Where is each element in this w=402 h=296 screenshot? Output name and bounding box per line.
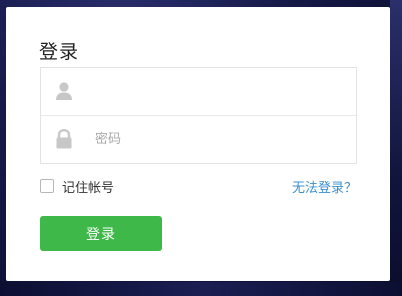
remember-account-label: 记住帐号: [62, 180, 115, 196]
lock-icon: [55, 128, 73, 149]
cannot-login-link[interactable]: 无法登录？: [292, 177, 357, 196]
background-bottom-edge: [0, 282, 402, 296]
login-title: 登录: [39, 41, 80, 63]
account-row: [41, 68, 356, 116]
remember-account-checkbox[interactable]: [40, 179, 54, 193]
background-right-edge: [390, 0, 402, 296]
user-icon: [55, 81, 73, 101]
login-panel: 登录 记住帐号 无法登录？ 登录: [6, 7, 390, 281]
password-input[interactable]: [93, 125, 347, 153]
password-row: [41, 116, 356, 163]
remember-account-option[interactable]: 记住帐号: [40, 177, 115, 196]
login-button[interactable]: 登录: [40, 216, 162, 251]
account-input[interactable]: [93, 77, 347, 105]
login-form-box: [40, 67, 357, 164]
